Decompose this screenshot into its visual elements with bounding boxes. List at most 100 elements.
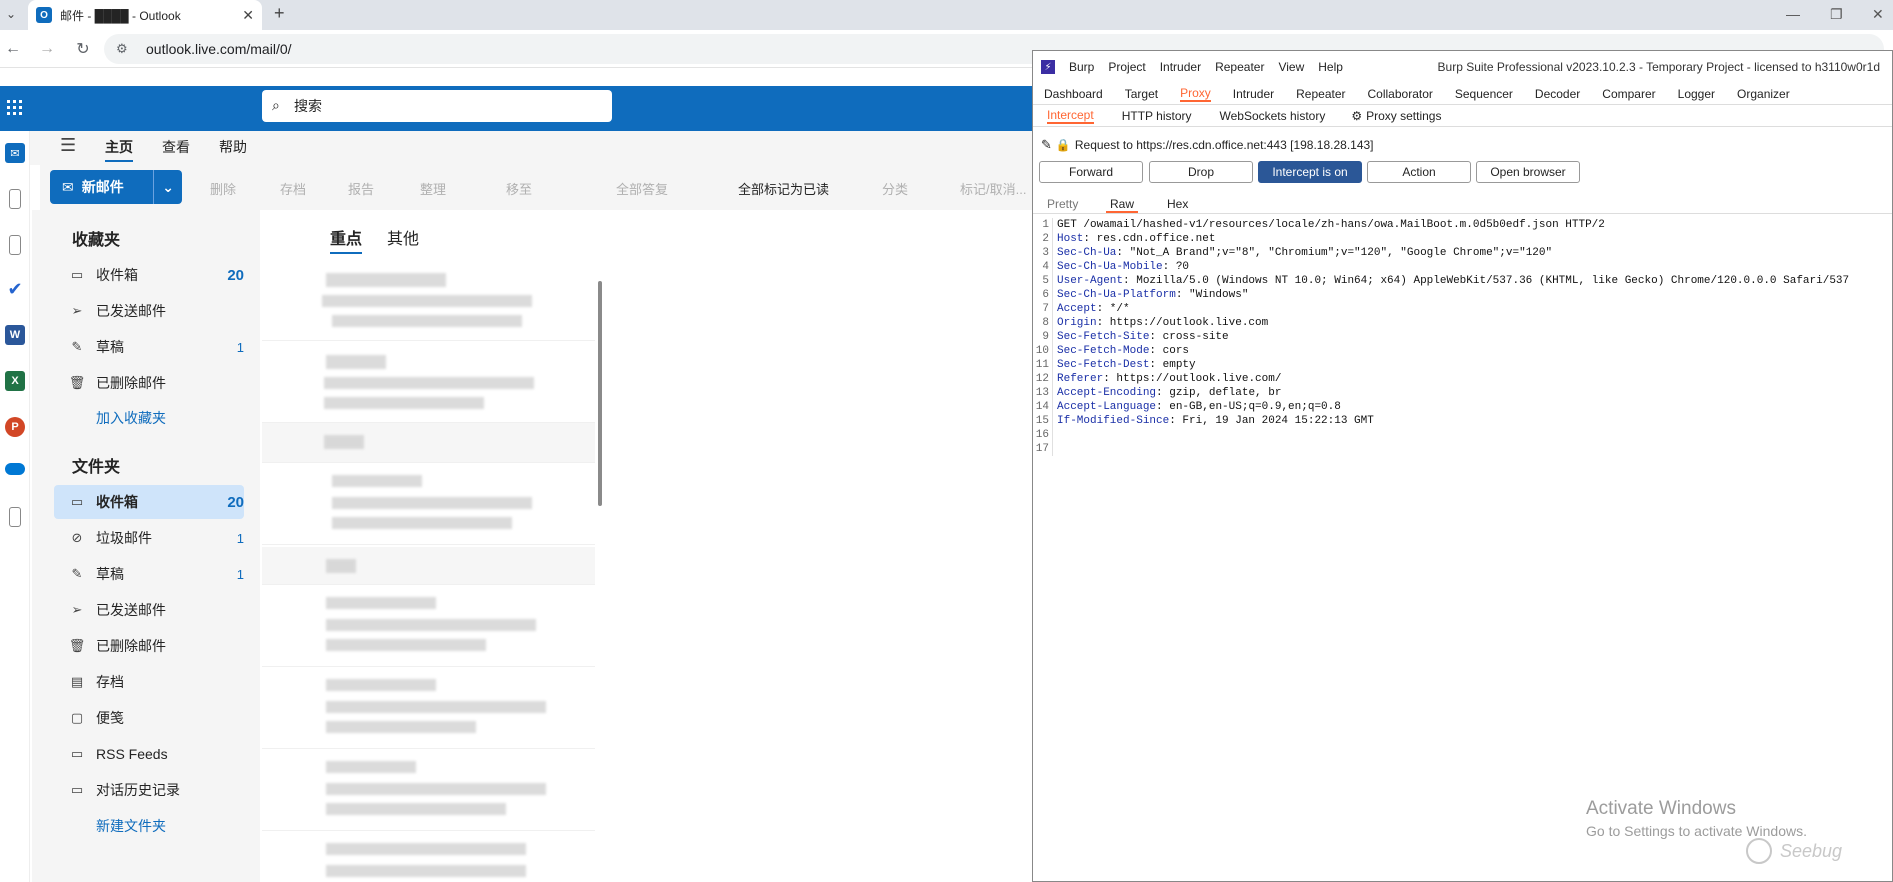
site-settings-icon[interactable]: ⚙ [116, 41, 128, 57]
tab-help[interactable]: 帮助 [219, 137, 247, 157]
people-icon[interactable] [9, 235, 21, 255]
edit-pencil-icon[interactable]: ✎ [1041, 137, 1052, 153]
menu-intruder[interactable]: Intruder [1160, 60, 1201, 74]
tab-view[interactable]: 查看 [162, 137, 190, 157]
list-item[interactable] [262, 465, 595, 545]
list-item[interactable] [262, 587, 595, 667]
restore-icon[interactable]: ❐ [1830, 6, 1843, 23]
tab-home[interactable]: 主页 [105, 137, 133, 162]
flag-button[interactable]: 标记/取消... [960, 179, 1026, 198]
folder-notes[interactable]: ▢ 便笺 [54, 701, 244, 735]
list-item[interactable] [262, 669, 595, 749]
draft-icon: ✎ [71, 566, 83, 581]
move-to-button[interactable]: 移至 [506, 179, 532, 198]
tab-comparer[interactable]: Comparer [1602, 87, 1655, 101]
tab-repeater[interactable]: Repeater [1296, 87, 1345, 101]
window-close-icon[interactable]: ✕ [1872, 6, 1884, 23]
view-tab-raw[interactable]: Raw [1106, 197, 1139, 213]
report-button[interactable]: 报告 [348, 179, 374, 198]
header-name: If-Modified-Since [1057, 415, 1170, 427]
list-item[interactable] [262, 751, 595, 831]
categorize-button[interactable]: 分类 [882, 179, 908, 198]
browser-tab-outlook[interactable]: O 邮件 - ████ - Outlook ✕ [28, 0, 262, 30]
powerpoint-icon[interactable]: P [5, 417, 25, 437]
list-item[interactable] [262, 547, 595, 585]
subtab-intercept[interactable]: Intercept [1047, 108, 1094, 124]
tab-logger[interactable]: Logger [1678, 87, 1715, 101]
calendar-icon[interactable] [9, 189, 21, 209]
list-item[interactable] [262, 833, 595, 882]
search-input[interactable]: ⌕ 搜索 [262, 90, 612, 122]
list-item[interactable] [262, 423, 595, 463]
word-icon[interactable]: W [5, 325, 25, 345]
view-tab-pretty[interactable]: Pretty [1047, 197, 1078, 211]
drop-button[interactable]: Drop [1149, 161, 1253, 183]
action-button[interactable]: Action [1367, 161, 1471, 183]
tab-other[interactable]: 其他 [387, 225, 419, 249]
subtab-websockets-history[interactable]: WebSockets history [1220, 109, 1326, 123]
back-icon[interactable]: ← [2, 38, 24, 60]
favorites-header[interactable]: 收藏夹 [72, 226, 120, 250]
close-tab-icon[interactable]: ✕ [242, 7, 254, 24]
folder-archive[interactable]: ▤ 存档 [54, 665, 244, 699]
minimize-icon[interactable]: — [1786, 6, 1800, 22]
new-folder-link[interactable]: 新建文件夹 [96, 816, 166, 836]
open-browser-button[interactable]: Open browser [1476, 161, 1580, 183]
tab-dashboard[interactable]: Dashboard [1044, 87, 1103, 101]
menu-burp[interactable]: Burp [1069, 60, 1094, 74]
folder-conversation-history[interactable]: ▭ 对话历史记录 [54, 773, 244, 807]
tab-target[interactable]: Target [1125, 87, 1158, 101]
tab-proxy[interactable]: Proxy [1180, 86, 1211, 102]
tab-sequencer[interactable]: Sequencer [1455, 87, 1513, 101]
mark-all-read-button[interactable]: 全部标记为已读 [738, 179, 829, 198]
mail-list-scrollbar[interactable] [598, 281, 602, 506]
subtab-proxy-settings[interactable]: Proxy settings [1366, 109, 1441, 123]
intercept-toggle-button[interactable]: Intercept is on [1258, 161, 1362, 183]
new-mail-dropdown-icon[interactable]: ⌄ [153, 170, 182, 204]
fav-inbox[interactable]: ▭ 收件箱 20 [54, 258, 244, 292]
fav-drafts[interactable]: ✎ 草稿 1 [54, 330, 244, 364]
onedrive-icon[interactable] [5, 463, 25, 475]
reload-icon[interactable]: ↻ [72, 38, 94, 60]
folder-rss[interactable]: ▭ RSS Feeds [54, 737, 244, 771]
tab-focused[interactable]: 重点 [330, 225, 363, 254]
menu-help[interactable]: Help [1318, 60, 1343, 74]
view-tab-hex[interactable]: Hex [1167, 197, 1188, 211]
add-favorite-link[interactable]: 加入收藏夹 [96, 408, 166, 428]
folder-sent[interactable]: ➢ 已发送邮件 [54, 593, 244, 627]
fav-deleted[interactable]: 🗑 已删除邮件 [54, 366, 244, 400]
request-editor[interactable]: 1 GET /owamail/hashed-v1/resources/locale… [1033, 216, 1892, 881]
mail-icon[interactable]: ✉ [5, 143, 25, 163]
tab-list-chevron-icon[interactable]: ⌄ [6, 7, 16, 21]
folders-header[interactable]: 文件夹 [72, 453, 120, 477]
menu-view[interactable]: View [1278, 60, 1304, 74]
archive-button[interactable]: 存档 [280, 179, 306, 198]
delete-button[interactable]: 删除 [210, 179, 236, 198]
subtab-http-history[interactable]: HTTP history [1122, 109, 1192, 123]
menu-repeater[interactable]: Repeater [1215, 60, 1264, 74]
fav-sent[interactable]: ➢ 已发送邮件 [54, 294, 244, 328]
more-apps-icon[interactable] [9, 507, 21, 527]
excel-icon[interactable]: X [5, 371, 25, 391]
new-mail-button[interactable]: ✉ 新邮件 ⌄ [50, 170, 182, 204]
folder-junk[interactable]: ⊘ 垃圾邮件 1 [54, 521, 244, 555]
menu-project[interactable]: Project [1108, 60, 1145, 74]
folder-drafts[interactable]: ✎ 草稿 1 [54, 557, 244, 591]
trash-icon: 🗑 [68, 638, 86, 653]
folder-deleted[interactable]: 🗑 已删除邮件 [54, 629, 244, 663]
sweep-button[interactable]: 整理 [420, 179, 446, 198]
list-item[interactable] [262, 261, 595, 341]
folder-inbox[interactable]: ▭ 收件箱 20 [54, 485, 244, 519]
tab-decoder[interactable]: Decoder [1535, 87, 1580, 101]
list-item[interactable] [262, 343, 595, 423]
reply-all-button[interactable]: 全部答复 [616, 179, 668, 198]
tab-collaborator[interactable]: Collaborator [1368, 87, 1433, 101]
forward-icon[interactable]: → [36, 38, 58, 60]
todo-icon[interactable]: ✔ [5, 279, 25, 299]
tab-intruder[interactable]: Intruder [1233, 87, 1274, 101]
forward-button[interactable]: Forward [1039, 161, 1143, 183]
new-tab-button[interactable]: + [274, 3, 285, 24]
app-launcher-icon[interactable] [6, 99, 24, 117]
hamburger-icon[interactable]: ☰ [60, 135, 76, 156]
tab-organizer[interactable]: Organizer [1737, 87, 1790, 101]
